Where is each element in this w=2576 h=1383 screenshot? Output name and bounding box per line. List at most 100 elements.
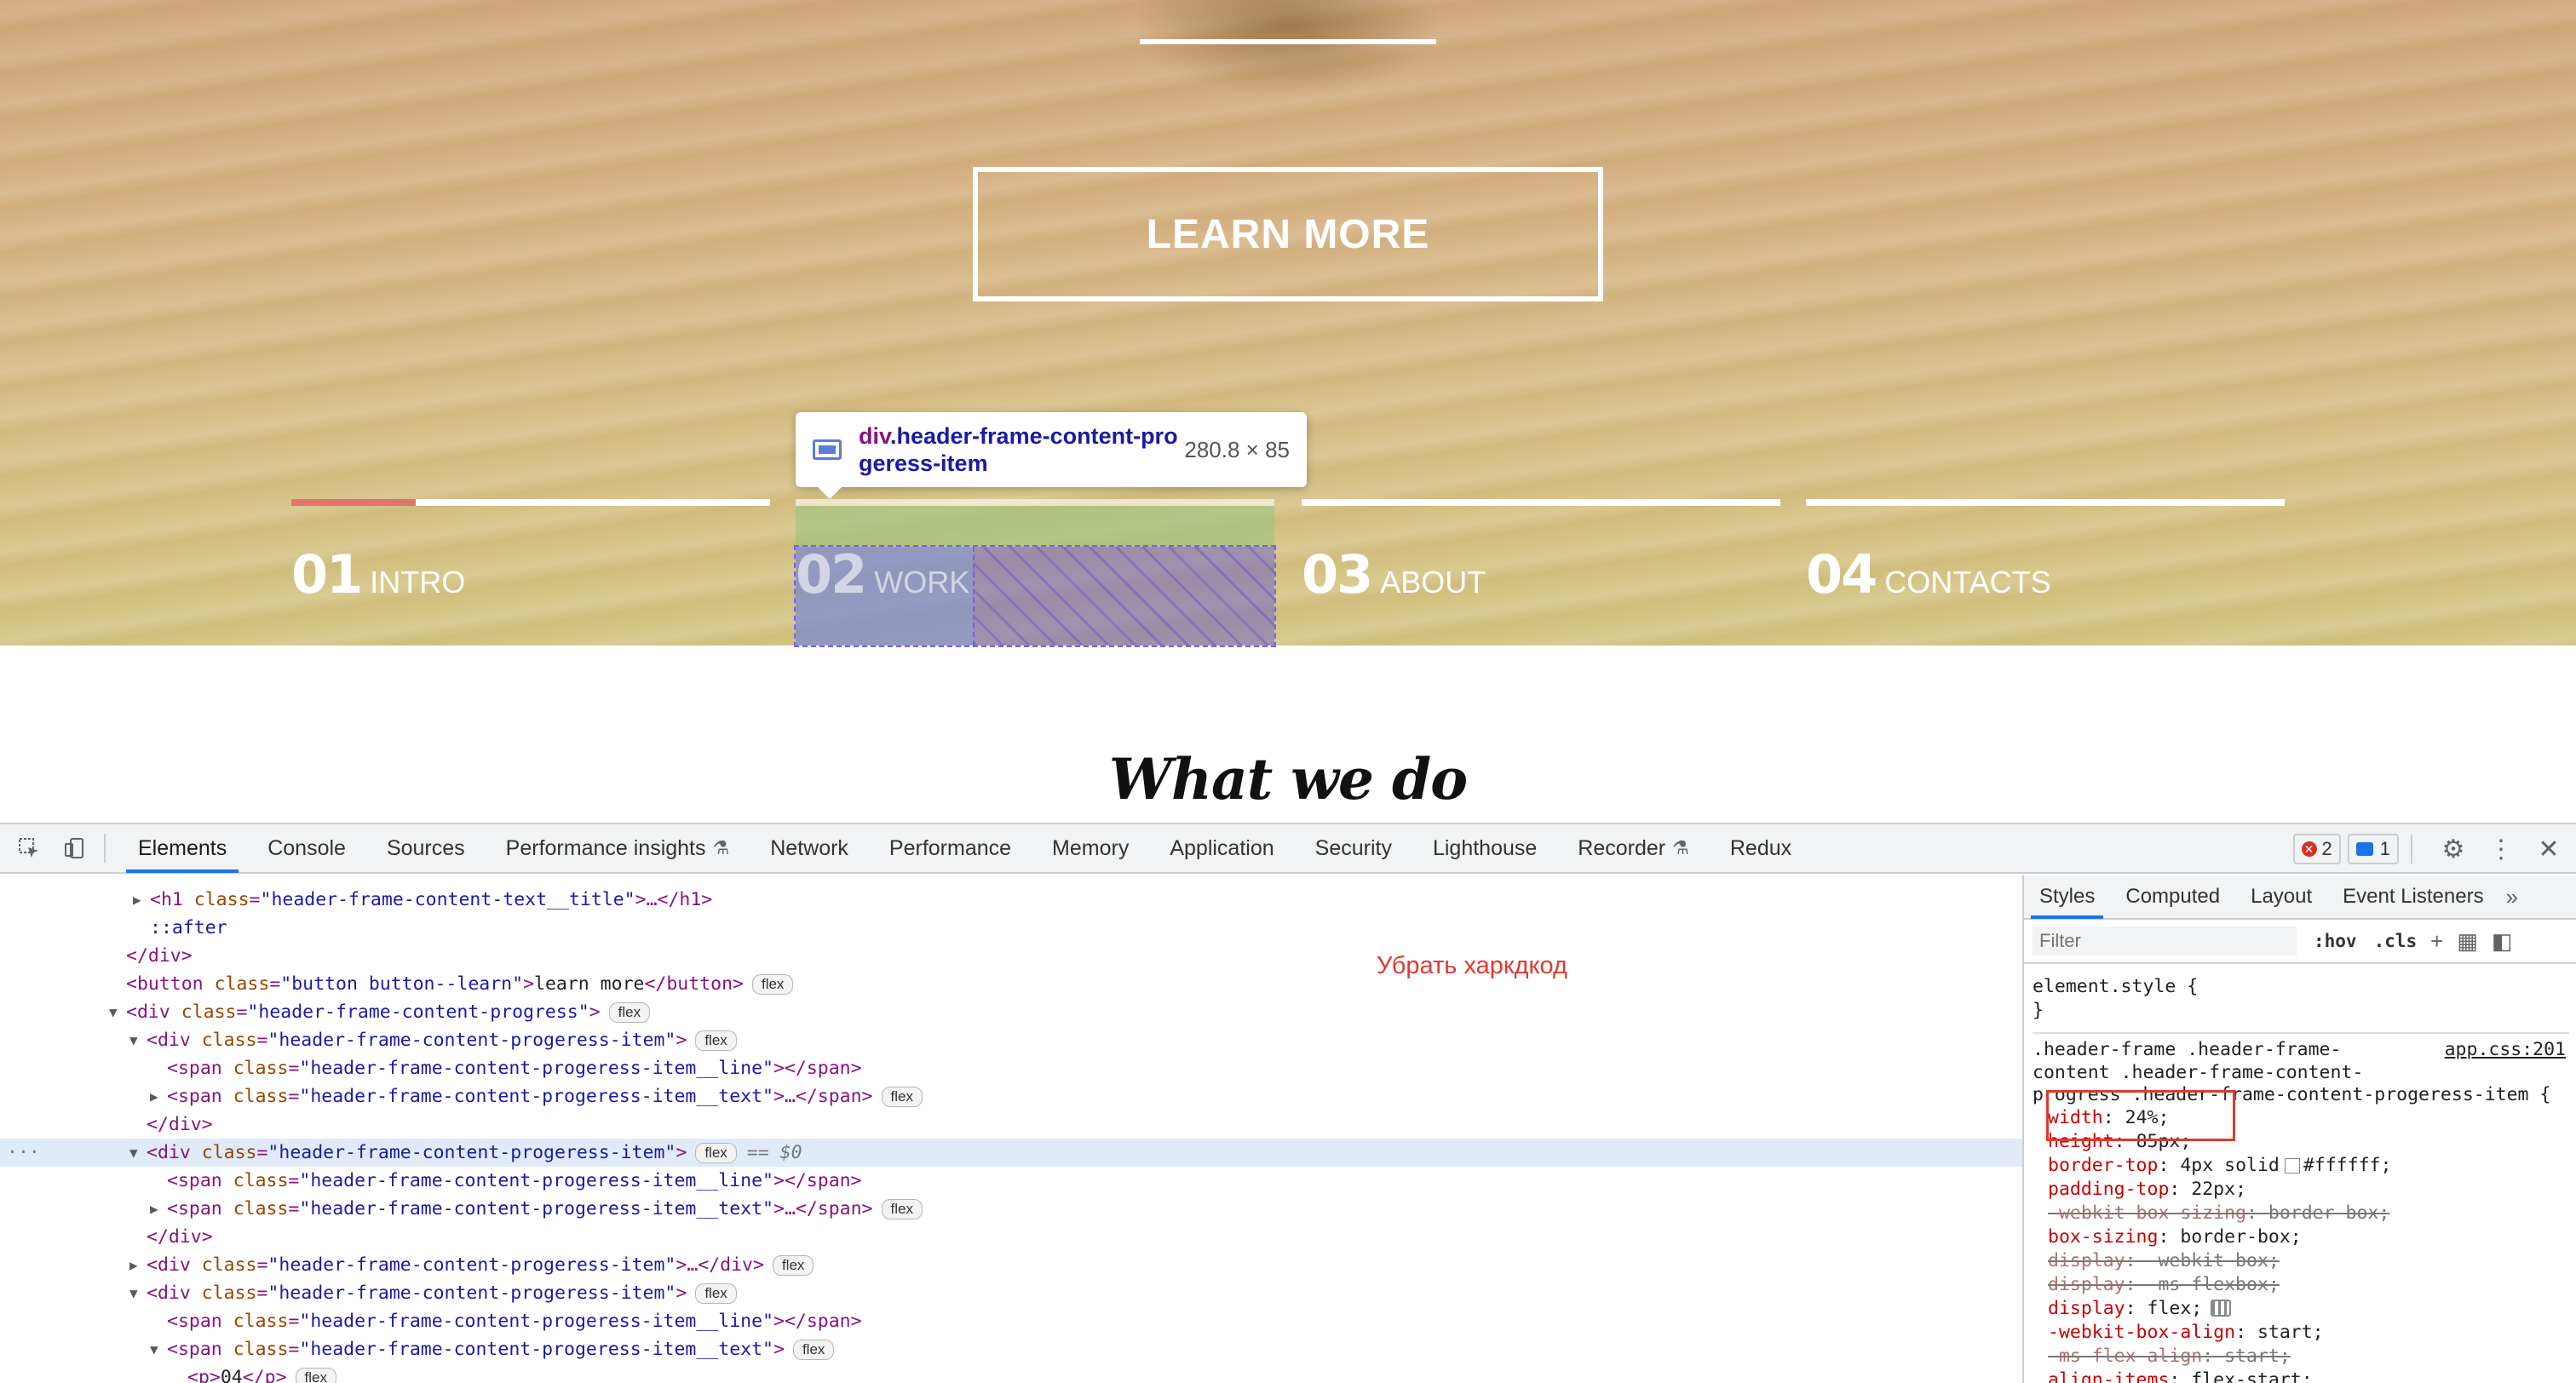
node-close: </button> — [644, 973, 744, 995]
sidebar-toggle-icon[interactable]: ◧ — [2492, 928, 2513, 955]
dom-node[interactable]: ::after — [0, 914, 2022, 942]
styles-filter-input[interactable] — [2033, 927, 2297, 955]
tab-network[interactable]: Network — [750, 823, 869, 873]
progress-item-contacts[interactable]: 04 CONTACTS — [1806, 499, 2285, 646]
flex-badge[interactable]: flex — [881, 1086, 923, 1107]
css-declaration[interactable]: align-items: flex-start; — [2033, 1368, 2569, 1383]
styles-filter-bar: :hov .cls + ▦ ◧ — [2024, 920, 2576, 964]
tab-sources[interactable]: Sources — [366, 823, 486, 873]
tab-label: Redux — [1729, 835, 1792, 860]
css-value: -ms-flexbox; — [2147, 1273, 2280, 1295]
flex-badge[interactable]: flex — [695, 1030, 737, 1051]
node-close: …</div> — [687, 1254, 764, 1276]
add-rule-icon[interactable]: + — [2430, 928, 2443, 955]
tab-event-listeners[interactable]: Event Listeners — [2327, 875, 2498, 919]
dom-node[interactable]: <p> 04 </p> flex — [0, 1363, 2022, 1383]
device-toolbar-icon[interactable] — [58, 831, 92, 865]
tab-lighthouse[interactable]: Lighthouse — [1412, 823, 1557, 873]
dom-node[interactable]: <span class = "header-frame-content-proger… — [0, 1307, 2022, 1335]
close-icon[interactable]: ✕ — [2530, 830, 2567, 868]
collapse-arrow-icon[interactable]: ▼ — [129, 1032, 147, 1048]
progress-item-work[interactable]: 02 WORK — [796, 499, 1274, 646]
css-declaration[interactable]: border-top: 4px solid #ffffff; — [2033, 1153, 2569, 1177]
css-declaration[interactable]: -webkit-box-align: start; — [2033, 1320, 2569, 1344]
flex-badge[interactable]: flex — [695, 1283, 737, 1304]
expand-arrow-icon[interactable]: ▶ — [150, 1088, 167, 1105]
expand-arrow-icon[interactable]: ▶ — [150, 1201, 167, 1217]
tab-console[interactable]: Console — [247, 823, 366, 873]
css-value: 22px; — [2191, 1178, 2247, 1200]
node-class: header-frame-content-progeress-item — [279, 1030, 665, 1051]
tab-redux[interactable]: Redux — [1710, 823, 1812, 873]
tab-security[interactable]: Security — [1295, 823, 1412, 873]
flex-badge[interactable]: flex — [792, 1339, 835, 1360]
collapse-arrow-icon[interactable]: ▼ — [129, 1145, 147, 1161]
styles-tabs: Styles Computed Layout Event Listeners » — [2024, 875, 2576, 920]
dom-node[interactable]: ▼ <div class = "header-frame-content-proger… — [0, 1279, 2022, 1307]
dom-node[interactable]: ▶ <div class = "header-frame-content-proger… — [0, 1251, 2022, 1279]
flexbox-editor-icon[interactable] — [2211, 1300, 2232, 1317]
error-count-badge[interactable]: ✕ 2 — [2292, 834, 2341, 864]
tab-recorder[interactable]: Recorder ⚗ — [1557, 823, 1710, 873]
css-declaration[interactable]: display: -webkit-box; — [2033, 1248, 2569, 1272]
dom-node[interactable]: ▶ <span class = "header-frame-content-proge… — [0, 1082, 2022, 1110]
css-declaration[interactable]: box-sizing: border-box; — [2033, 1225, 2569, 1248]
dom-node[interactable]: <span class = "header-frame-content-proger… — [0, 1167, 2022, 1195]
source-link[interactable]: app.css:201 — [2445, 1039, 2566, 1060]
css-property: border-top — [2048, 1154, 2159, 1176]
tab-application[interactable]: Application — [1149, 823, 1294, 873]
flex-badge[interactable]: flex — [608, 1001, 651, 1023]
tab-label: Performance — [888, 835, 1012, 860]
css-declaration[interactable]: -webkit-box-sizing: border-box; — [2033, 1201, 2569, 1225]
tab-performance-insights[interactable]: Performance insights ⚗ — [486, 823, 750, 873]
flex-badge[interactable]: flex — [772, 1254, 814, 1276]
dom-node-close[interactable]: </div> — [0, 1110, 2022, 1139]
tab-styles[interactable]: Styles — [2024, 875, 2110, 919]
collapse-arrow-icon[interactable]: ▼ — [109, 1004, 126, 1020]
css-declaration[interactable]: padding-top: 22px; — [2033, 1177, 2569, 1201]
flex-badge[interactable]: flex — [295, 1367, 336, 1383]
css-declaration[interactable]: display: -ms-flexbox; — [2033, 1272, 2569, 1296]
css-rule: .header-frame .header-frame-app.css:201 … — [2033, 1032, 2569, 1383]
class-toggle[interactable]: .cls — [2374, 931, 2418, 951]
flex-badge[interactable]: flex — [881, 1198, 923, 1219]
dom-node-close[interactable]: </div> — [0, 1223, 2022, 1251]
collapse-arrow-icon[interactable]: ▼ — [150, 1341, 167, 1357]
dom-node[interactable]: ▶ <span class = "header-frame-content-proge… — [0, 1195, 2022, 1223]
progress-item-intro[interactable]: 01 INTRO — [291, 499, 770, 646]
paint-icon[interactable]: ▦ — [2457, 928, 2478, 955]
section-title: What we do — [1108, 746, 1468, 812]
css-declaration[interactable]: -ms-flex-align: start; — [2033, 1344, 2569, 1368]
dom-node-selected[interactable]: ··· ▼ <div class = "header-frame-content-pro… — [0, 1139, 2022, 1167]
dom-node-close[interactable]: </div> — [0, 942, 2022, 970]
message-count-badge[interactable]: 1 — [2347, 834, 2399, 864]
tab-layout[interactable]: Layout — [2235, 875, 2327, 919]
css-declaration[interactable]: display: flex; — [2033, 1296, 2569, 1320]
collapse-arrow-icon[interactable]: ▼ — [129, 1285, 147, 1301]
color-swatch[interactable] — [2284, 1157, 2300, 1174]
dom-node[interactable]: < button class = "button button--learn" > lea… — [0, 970, 2022, 998]
more-options-icon[interactable]: ⋮ — [2482, 830, 2520, 868]
settings-gear-icon[interactable]: ⚙ — [2435, 830, 2472, 868]
flex-badge[interactable]: flex — [751, 973, 794, 995]
learn-more-button[interactable]: LEARN MORE — [973, 167, 1603, 301]
dom-node[interactable]: ▼ <div class = "header-frame-content-progre… — [0, 998, 2022, 1026]
node-class: header-frame-content-progeress-item__lin… — [310, 1170, 763, 1191]
expand-arrow-icon[interactable]: ▶ — [133, 892, 150, 908]
tab-performance[interactable]: Performance — [869, 823, 1032, 873]
inspect-element-icon[interactable] — [12, 831, 46, 865]
dom-node[interactable]: ▶ < h1 class = "header-frame-content-text__t… — [0, 886, 2022, 914]
tab-elements[interactable]: Elements — [118, 823, 247, 873]
more-actions-icon[interactable]: ··· — [7, 1142, 40, 1163]
progress-item-about[interactable]: 03 ABOUT — [1302, 499, 1780, 646]
hover-state-toggle[interactable]: :hov — [2314, 931, 2357, 951]
tab-computed[interactable]: Computed — [2110, 875, 2235, 919]
tooltip-size: 280.8 × 85 — [1184, 436, 1290, 462]
tab-memory[interactable]: Memory — [1032, 823, 1149, 873]
dom-node[interactable]: <span class = "header-frame-content-proger… — [0, 1054, 2022, 1082]
dom-node[interactable]: ▼ <div class = "header-frame-content-proger… — [0, 1026, 2022, 1054]
flex-badge[interactable]: flex — [695, 1142, 737, 1163]
dom-node[interactable]: ▼ <span class = "header-frame-content-proge… — [0, 1335, 2022, 1363]
chevron-double-right-icon[interactable]: » — [2506, 884, 2518, 910]
expand-arrow-icon[interactable]: ▶ — [129, 1257, 147, 1273]
